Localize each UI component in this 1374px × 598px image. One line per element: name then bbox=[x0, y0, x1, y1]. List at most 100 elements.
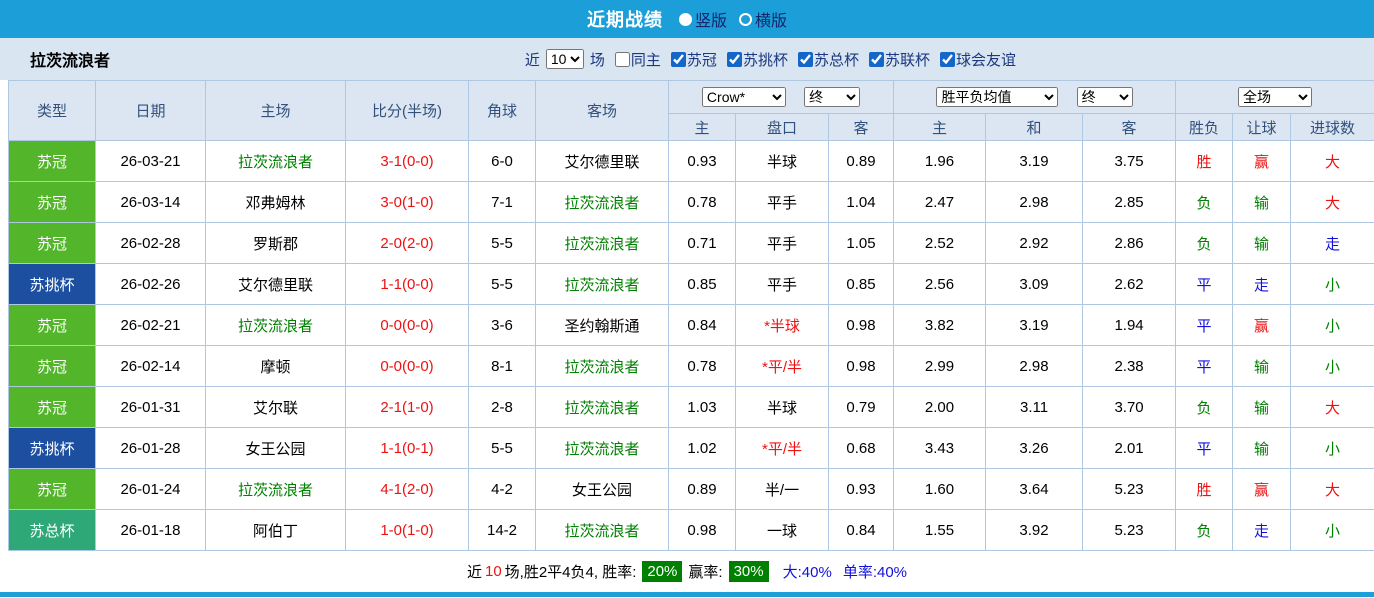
asia-away-odds: 1.05 bbox=[829, 223, 894, 264]
league-filter-suguan[interactable]: 苏冠 bbox=[664, 49, 717, 70]
single-rate: 单率:40% bbox=[843, 561, 907, 582]
asia-away-odds: 0.79 bbox=[829, 387, 894, 428]
subcol-euro-draw: 和 bbox=[986, 114, 1083, 141]
euro-away-odds: 1.94 bbox=[1083, 305, 1176, 346]
scope-select[interactable]: 全场 bbox=[1238, 87, 1312, 107]
league-checkbox-friendly[interactable] bbox=[940, 52, 955, 67]
asia-home-odds: 0.84 bbox=[669, 305, 736, 346]
table-row: 苏冠26-02-21拉茨流浪者0-0(0-0)3-6圣约翰斯通0.84*半球0.… bbox=[9, 305, 1374, 346]
asia-handicap: *平/半 bbox=[736, 428, 829, 469]
corners: 5-5 bbox=[469, 428, 536, 469]
away-team: 拉茨流浪者 bbox=[536, 223, 669, 264]
col-away: 客场 bbox=[536, 81, 669, 141]
league-filter-friendly[interactable]: 球会友谊 bbox=[933, 49, 1016, 70]
result-wdl: 平 bbox=[1176, 428, 1233, 469]
vertical-layout-radio[interactable] bbox=[679, 13, 692, 26]
euro-home-odds: 2.47 bbox=[894, 182, 986, 223]
summary-near: 近 bbox=[467, 561, 482, 582]
handicap-result: 赢 bbox=[1233, 469, 1291, 510]
handicap-result: 输 bbox=[1233, 346, 1291, 387]
league-filter-sulianbei[interactable]: 苏联杯 bbox=[862, 49, 930, 70]
table-row: 苏冠26-02-14摩顿0-0(0-0)8-1拉茨流浪者0.78*平/半0.98… bbox=[9, 346, 1374, 387]
league-label: 苏联杯 bbox=[885, 49, 930, 70]
col-date: 日期 bbox=[96, 81, 206, 141]
subcol-wdl: 胜负 bbox=[1176, 114, 1233, 141]
col-home: 主场 bbox=[206, 81, 346, 141]
goals-result: 小 bbox=[1291, 428, 1374, 469]
match-date: 26-01-24 bbox=[96, 469, 206, 510]
league-checkbox-sutiaobei[interactable] bbox=[727, 52, 742, 67]
league-filter-sutiaobei[interactable]: 苏挑杯 bbox=[720, 49, 788, 70]
asia-home-odds: 1.02 bbox=[669, 428, 736, 469]
league-filter-suzongbei[interactable]: 苏总杯 bbox=[791, 49, 859, 70]
asia-home-odds: 0.85 bbox=[669, 264, 736, 305]
filter-controls: 近 10 场 同主 苏冠 苏挑杯 苏总杯 苏联杯 球会友谊 bbox=[525, 49, 1016, 70]
match-type: 苏冠 bbox=[9, 346, 96, 387]
result-wdl: 平 bbox=[1176, 264, 1233, 305]
home-team: 拉茨流浪者 bbox=[206, 469, 346, 510]
goals-result: 小 bbox=[1291, 264, 1374, 305]
league-checkbox-sulianbei[interactable] bbox=[869, 52, 884, 67]
score: 0-0(0-0) bbox=[346, 305, 469, 346]
subcol-euro-away: 客 bbox=[1083, 114, 1176, 141]
away-team: 拉茨流浪者 bbox=[536, 182, 669, 223]
euro-draw-odds: 2.92 bbox=[986, 223, 1083, 264]
euro-draw-odds: 3.64 bbox=[986, 469, 1083, 510]
match-type: 苏冠 bbox=[9, 387, 96, 428]
away-team: 女王公园 bbox=[536, 469, 669, 510]
goals-result: 大 bbox=[1291, 469, 1374, 510]
goals-result: 小 bbox=[1291, 305, 1374, 346]
euro-odds-group: 胜平负均值 终 bbox=[894, 81, 1176, 114]
asia-away-odds: 0.98 bbox=[829, 346, 894, 387]
corners: 5-5 bbox=[469, 223, 536, 264]
table-row: 苏冠26-03-14邓弗姆林3-0(1-0)7-1拉茨流浪者0.78平手1.04… bbox=[9, 182, 1374, 223]
match-date: 26-03-14 bbox=[96, 182, 206, 223]
table-row: 苏挑杯26-01-28女王公园1-1(0-1)5-5拉茨流浪者1.02*平/半0… bbox=[9, 428, 1374, 469]
euro-time-select[interactable]: 终 bbox=[1077, 87, 1133, 107]
league-checkbox-suzongbei[interactable] bbox=[798, 52, 813, 67]
match-date: 26-01-28 bbox=[96, 428, 206, 469]
euro-draw-odds: 3.26 bbox=[986, 428, 1083, 469]
away-team: 拉茨流浪者 bbox=[536, 346, 669, 387]
same-home-checkbox[interactable] bbox=[615, 52, 630, 67]
match-date: 26-03-21 bbox=[96, 141, 206, 182]
match-count-select[interactable]: 10 bbox=[546, 49, 584, 69]
table-row: 苏冠26-03-21拉茨流浪者3-1(0-0)6-0艾尔德里联0.93半球0.8… bbox=[9, 141, 1374, 182]
corners: 14-2 bbox=[469, 510, 536, 551]
asia-home-odds: 0.89 bbox=[669, 469, 736, 510]
asia-company-select[interactable]: Crow* bbox=[702, 87, 786, 107]
home-team: 艾尔联 bbox=[206, 387, 346, 428]
asia-time-select[interactable]: 终 bbox=[804, 87, 860, 107]
away-team: 拉茨流浪者 bbox=[536, 510, 669, 551]
asia-handicap: 半球 bbox=[736, 387, 829, 428]
asia-away-odds: 0.93 bbox=[829, 469, 894, 510]
away-team: 拉茨流浪者 bbox=[536, 387, 669, 428]
euro-draw-odds: 3.92 bbox=[986, 510, 1083, 551]
same-home-filter[interactable]: 同主 bbox=[608, 49, 661, 70]
score: 1-0(1-0) bbox=[346, 510, 469, 551]
asia-away-odds: 0.68 bbox=[829, 428, 894, 469]
league-checkbox-suguan[interactable] bbox=[671, 52, 686, 67]
match-type: 苏冠 bbox=[9, 182, 96, 223]
asia-handicap: 半球 bbox=[736, 141, 829, 182]
euro-company-select[interactable]: 胜平负均值 bbox=[936, 87, 1058, 107]
result-wdl: 胜 bbox=[1176, 469, 1233, 510]
summary-count: 10 bbox=[485, 563, 502, 580]
asia-handicap: 半/一 bbox=[736, 469, 829, 510]
goals-result: 小 bbox=[1291, 346, 1374, 387]
result-wdl: 负 bbox=[1176, 223, 1233, 264]
asia-home-odds: 1.03 bbox=[669, 387, 736, 428]
euro-home-odds: 1.60 bbox=[894, 469, 986, 510]
euro-home-odds: 2.56 bbox=[894, 264, 986, 305]
match-date: 26-02-26 bbox=[96, 264, 206, 305]
col-score: 比分(半场) bbox=[346, 81, 469, 141]
score: 2-0(2-0) bbox=[346, 223, 469, 264]
euro-draw-odds: 3.09 bbox=[986, 264, 1083, 305]
horizontal-layout-radio[interactable] bbox=[739, 13, 752, 26]
col-corner: 角球 bbox=[469, 81, 536, 141]
goals-result: 小 bbox=[1291, 510, 1374, 551]
asia-home-odds: 0.98 bbox=[669, 510, 736, 551]
score: 3-1(0-0) bbox=[346, 141, 469, 182]
away-team: 拉茨流浪者 bbox=[536, 428, 669, 469]
euro-away-odds: 2.38 bbox=[1083, 346, 1176, 387]
